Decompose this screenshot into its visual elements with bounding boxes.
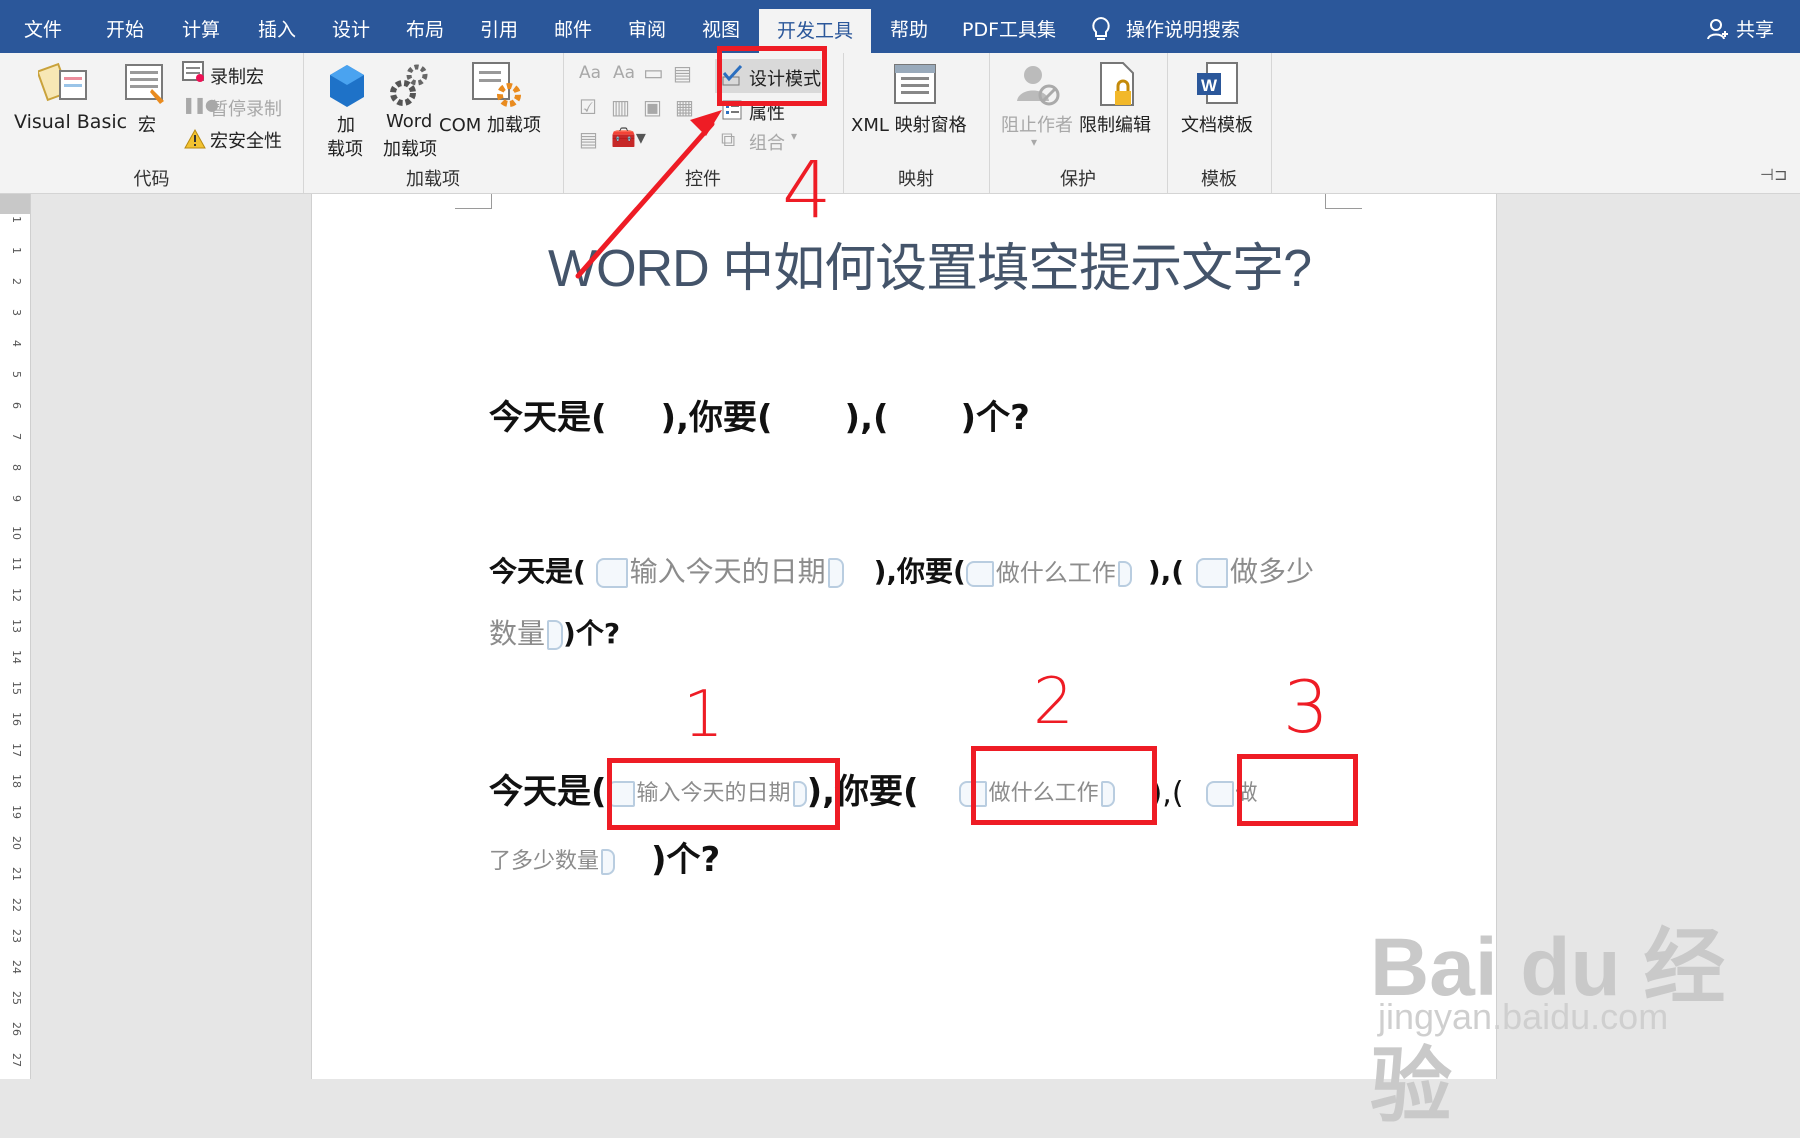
watermark-url: jingyan.baidu.com	[1378, 996, 1669, 1037]
